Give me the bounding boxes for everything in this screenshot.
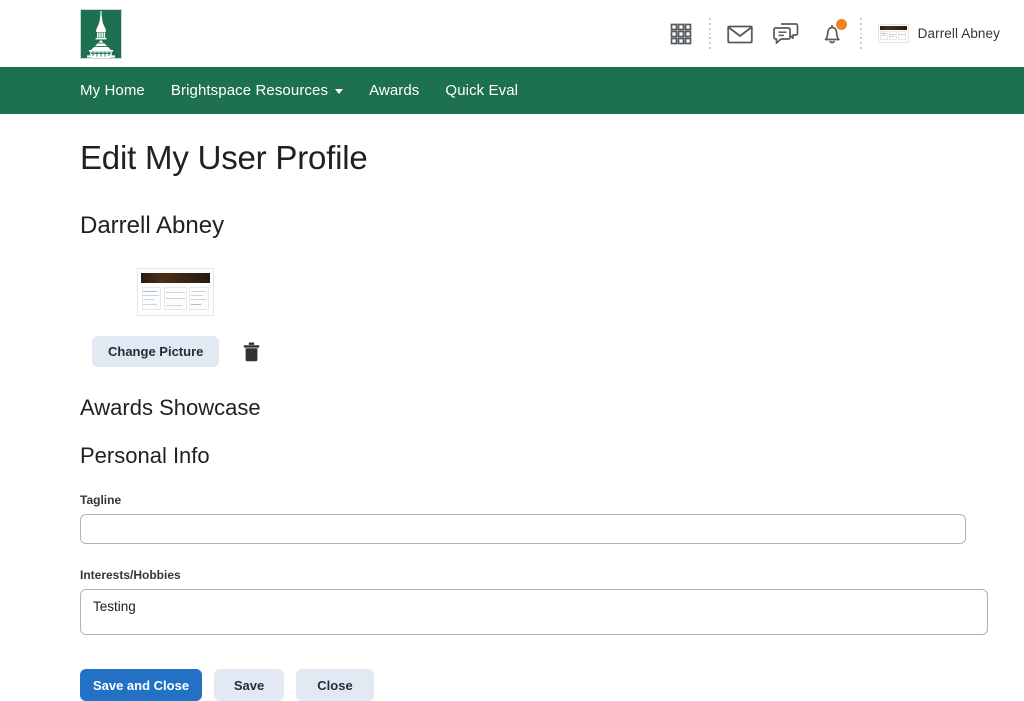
chevron-down-icon — [335, 89, 344, 94]
header-divider-1 — [704, 18, 717, 49]
avatar — [877, 24, 909, 43]
bell-icon[interactable] — [809, 11, 855, 57]
top-header: Darrell Abney — [0, 0, 1024, 67]
nav-item-label: Brightspace Resources — [170, 82, 329, 99]
nav-item-my-home[interactable]: My Home — [80, 67, 158, 114]
interests-hobbies-label: Interests/Hobbies — [80, 568, 181, 582]
envelope-icon[interactable] — [717, 11, 763, 57]
picture-actions: Change Picture — [92, 336, 1004, 367]
nav-item-awards[interactable]: Awards — [356, 67, 432, 114]
section-title-awards-showcase: Awards Showcase — [80, 395, 261, 420]
change-picture-button[interactable]: Change Picture — [92, 336, 220, 367]
profile-person-name: Darrell Abney — [80, 212, 225, 239]
waffle-menu-icon[interactable] — [658, 11, 704, 57]
page-title: Edit My User Profile — [80, 139, 368, 176]
chat-bubbles-icon[interactable] — [763, 11, 809, 57]
tagline-input[interactable] — [80, 514, 966, 544]
profile-picture-block — [137, 268, 1004, 316]
nav-item-label: Quick Eval — [445, 82, 519, 99]
save-and-close-button[interactable]: Save and Close — [80, 669, 202, 701]
main-content: Edit My User Profile Darrell Abney Chang… — [0, 139, 1024, 701]
user-name: Darrell Abney — [917, 26, 1000, 41]
interests-hobbies-input[interactable] — [80, 589, 988, 635]
save-button[interactable]: Save — [214, 669, 284, 701]
profile-picture-preview — [137, 268, 214, 316]
section-title-personal-info: Personal Info — [80, 443, 210, 468]
field-interests-hobbies: Interests/Hobbies — [80, 568, 1004, 640]
header-divider-2 — [855, 18, 868, 49]
tagline-label: Tagline — [80, 493, 122, 507]
nav-item-quick-eval[interactable]: Quick Eval — [432, 67, 531, 114]
nav-item-label: My Home — [80, 82, 145, 99]
university-tower-logo[interactable] — [80, 8, 122, 59]
header-actions: Darrell Abney — [658, 0, 1004, 67]
main-navigation: My Home Brightspace Resources Awards Qui… — [0, 67, 1024, 114]
delete-picture-button[interactable] — [239, 338, 264, 366]
field-tagline: Tagline — [80, 493, 1004, 544]
user-menu[interactable]: Darrell Abney — [868, 24, 1004, 43]
nav-item-brightspace-resources[interactable]: Brightspace Resources — [158, 67, 356, 114]
close-button[interactable]: Close — [296, 669, 374, 701]
form-actions: Save and Close Save Close — [80, 669, 1004, 701]
notification-badge — [835, 18, 847, 30]
nav-item-label: Awards — [369, 82, 420, 99]
